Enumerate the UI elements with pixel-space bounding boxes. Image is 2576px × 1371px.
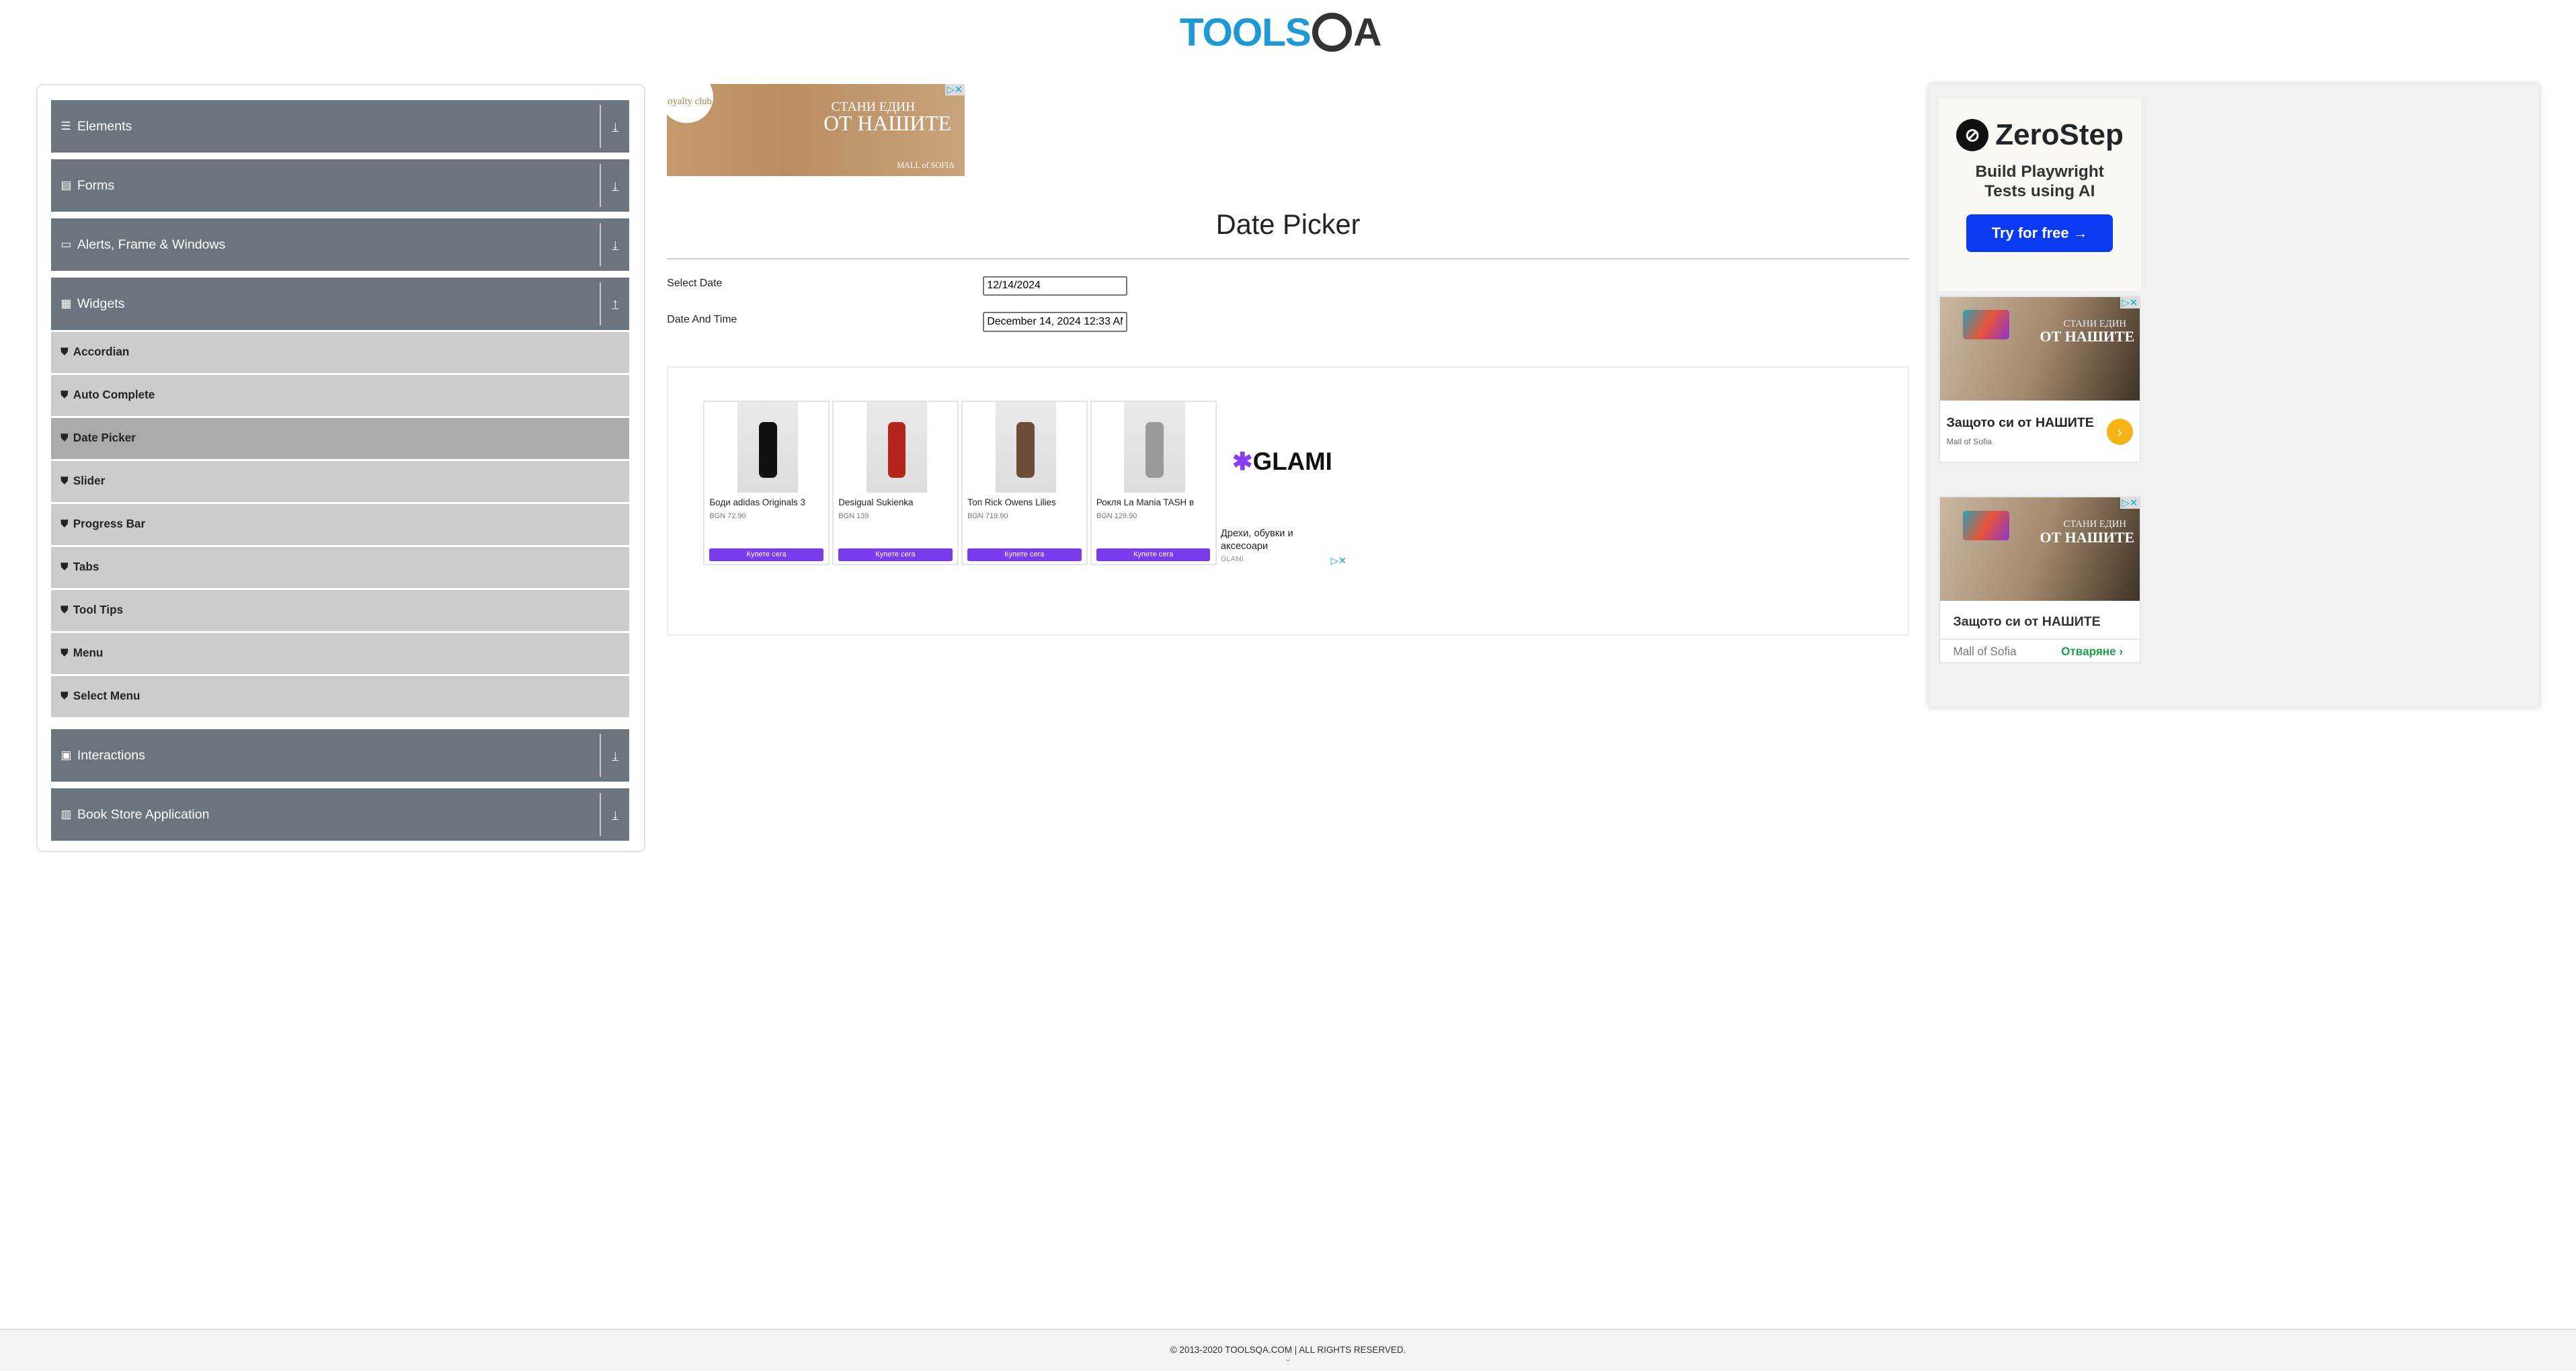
sidebar-group-alerts-frame-windows[interactable]: ▭ Alerts, Frame & Windows ↓ <box>50 218 630 272</box>
sidebar-group-widgets[interactable]: ▦ Widgets ↑ <box>50 278 630 331</box>
ad-close-icon[interactable]: ▷✕ <box>945 83 965 95</box>
toolsqa-logo[interactable]: TOOLS A <box>1180 10 1382 55</box>
zerostep-logo-icon: ⊘ <box>1956 118 1989 152</box>
mall-ad-2[interactable]: СТАНИ ЕДИН ОТ НАШИТЕ ▷✕ Защото си от НАШИТ… <box>1938 496 2141 664</box>
glami-star-icon: ✱ <box>1232 447 1253 475</box>
date-time-label: Date And Time <box>667 313 737 325</box>
html5-icon: ⛊ <box>61 390 69 401</box>
glami-tagline: Дрехи, обувки и аксесоари <box>1220 528 1293 552</box>
sidebar-group-forms[interactable]: ▤ Forms ↓ <box>50 159 630 212</box>
interactions-icon: ▣ <box>61 749 72 762</box>
product-card[interactable]: Боди adidas Originals 3 BGN 72.90 Купете с… <box>703 401 830 565</box>
product-image <box>995 402 1057 493</box>
page-title: Date Picker <box>1215 208 1361 241</box>
sidebar-item-select-menu[interactable]: ⛊ Select Menu <box>50 675 630 718</box>
sidebar-item-accordian[interactable]: ⛊ Accordian <box>50 331 630 373</box>
expand-icon[interactable]: ↓ <box>600 793 629 836</box>
footer: © 2013-2020 TOOLSQA.COM | ALL RIGHTS RES… <box>0 1329 2576 1371</box>
html5-icon: ⛊ <box>61 433 69 444</box>
ad-close-icon[interactable]: ▷✕ <box>2120 497 2140 509</box>
window-icon: ▭ <box>61 238 72 251</box>
chevron-right-icon[interactable]: › <box>2106 418 2133 445</box>
sidebar-item-slider[interactable]: ⛊ Slider <box>50 460 630 502</box>
sidebar-item-menu[interactable]: ⛊ Menu <box>50 632 630 674</box>
product-card[interactable]: Топ Rick Owens Lilies BGN 719.90 Купете се… <box>961 401 1088 565</box>
banner-ad[interactable]: Loyalty club СТАНИ ЕДИН ОТ НАШИТЕ MALL o… <box>667 83 965 176</box>
glami-logo[interactable]: ✱GLAMI <box>1232 447 1332 476</box>
html5-icon: ⛊ <box>61 605 69 616</box>
product-card[interactable]: Рокля La Mania TASH в BGN 129.90 Купете се… <box>1090 401 1217 565</box>
expand-icon[interactable]: ↓ <box>600 105 629 148</box>
loyalty-club-logo: Loyalty club <box>667 83 713 124</box>
sidebar-item-progress-bar[interactable]: ⛊ Progress Bar <box>50 503 630 545</box>
buy-now-button[interactable]: Купете сега <box>838 548 953 562</box>
html5-icon: ⛊ <box>61 648 69 659</box>
sidebar-item-auto-complete[interactable]: ⛊ Auto Complete <box>50 374 630 416</box>
product-image <box>737 402 799 493</box>
buy-now-button[interactable]: Купете сега <box>709 548 823 562</box>
ad-close-icon[interactable]: ▷✕ <box>2120 296 2140 308</box>
mall-ad-1[interactable]: СТАНИ ЕДИН ОТ НАШИТЕ ▷✕ Защото си от НАШИТ… <box>1938 295 2141 464</box>
expand-icon[interactable]: ↓ <box>600 734 629 777</box>
try-for-free-button[interactable]: Try for free → <box>1966 214 2113 252</box>
sidebar-group-book-store-application[interactable]: ▥ Book Store Application ↓ <box>50 788 630 841</box>
loyalty-card-image <box>1963 310 2009 340</box>
adchoices-icon[interactable]: ▷✕ <box>1331 555 1347 567</box>
collapse-icon[interactable]: ↑ <box>600 282 629 325</box>
html5-icon: ⛊ <box>61 519 69 530</box>
document-icon: ▤ <box>61 179 72 192</box>
gear-icon <box>1312 12 1352 52</box>
open-link[interactable]: Отваряне › <box>2061 645 2123 659</box>
glami-advertiser: GLAMI <box>1220 555 1244 564</box>
loyalty-card-image <box>1963 510 2009 540</box>
html5-icon: ⛊ <box>61 562 69 573</box>
sidebar-item-tool-tips[interactable]: ⛊ Tool Tips <box>50 589 630 631</box>
sidebar-group-interactions[interactable]: ▣ Interactions ↓ <box>50 729 630 782</box>
zerostep-ad[interactable]: ⊘ ZeroStep Build Playwright Tests using AI… <box>1938 98 2141 291</box>
product-image <box>866 402 928 493</box>
buy-now-button[interactable]: Купете сега <box>1096 548 1211 562</box>
product-card[interactable]: Desigual Sukienka BGN 139 Купете сега <box>832 401 959 565</box>
select-date-label: Select Date <box>667 278 723 290</box>
chevron-down-icon[interactable]: ⌄ <box>0 1354 2576 1364</box>
book-icon: ▥ <box>61 808 72 821</box>
divider <box>667 257 1909 259</box>
menu-icon: ☰ <box>61 120 71 133</box>
expand-icon[interactable]: ↓ <box>600 164 629 207</box>
sidebar-item-date-picker[interactable]: ⛊ Date Picker <box>50 417 630 459</box>
buy-now-button[interactable]: Купете сега <box>967 548 1082 562</box>
date-time-input[interactable] <box>982 312 1127 332</box>
html5-icon: ⛊ <box>61 691 69 702</box>
widgets-icon: ▦ <box>61 297 72 310</box>
product-image <box>1124 402 1185 493</box>
expand-icon[interactable]: ↓ <box>600 223 629 266</box>
sidebar-item-tabs[interactable]: ⛊ Tabs <box>50 546 630 588</box>
select-date-input[interactable] <box>982 276 1127 296</box>
html5-icon: ⛊ <box>61 347 69 358</box>
html5-icon: ⛊ <box>61 476 69 487</box>
sidebar-group-elements[interactable]: ☰ Elements ↓ <box>50 100 630 153</box>
